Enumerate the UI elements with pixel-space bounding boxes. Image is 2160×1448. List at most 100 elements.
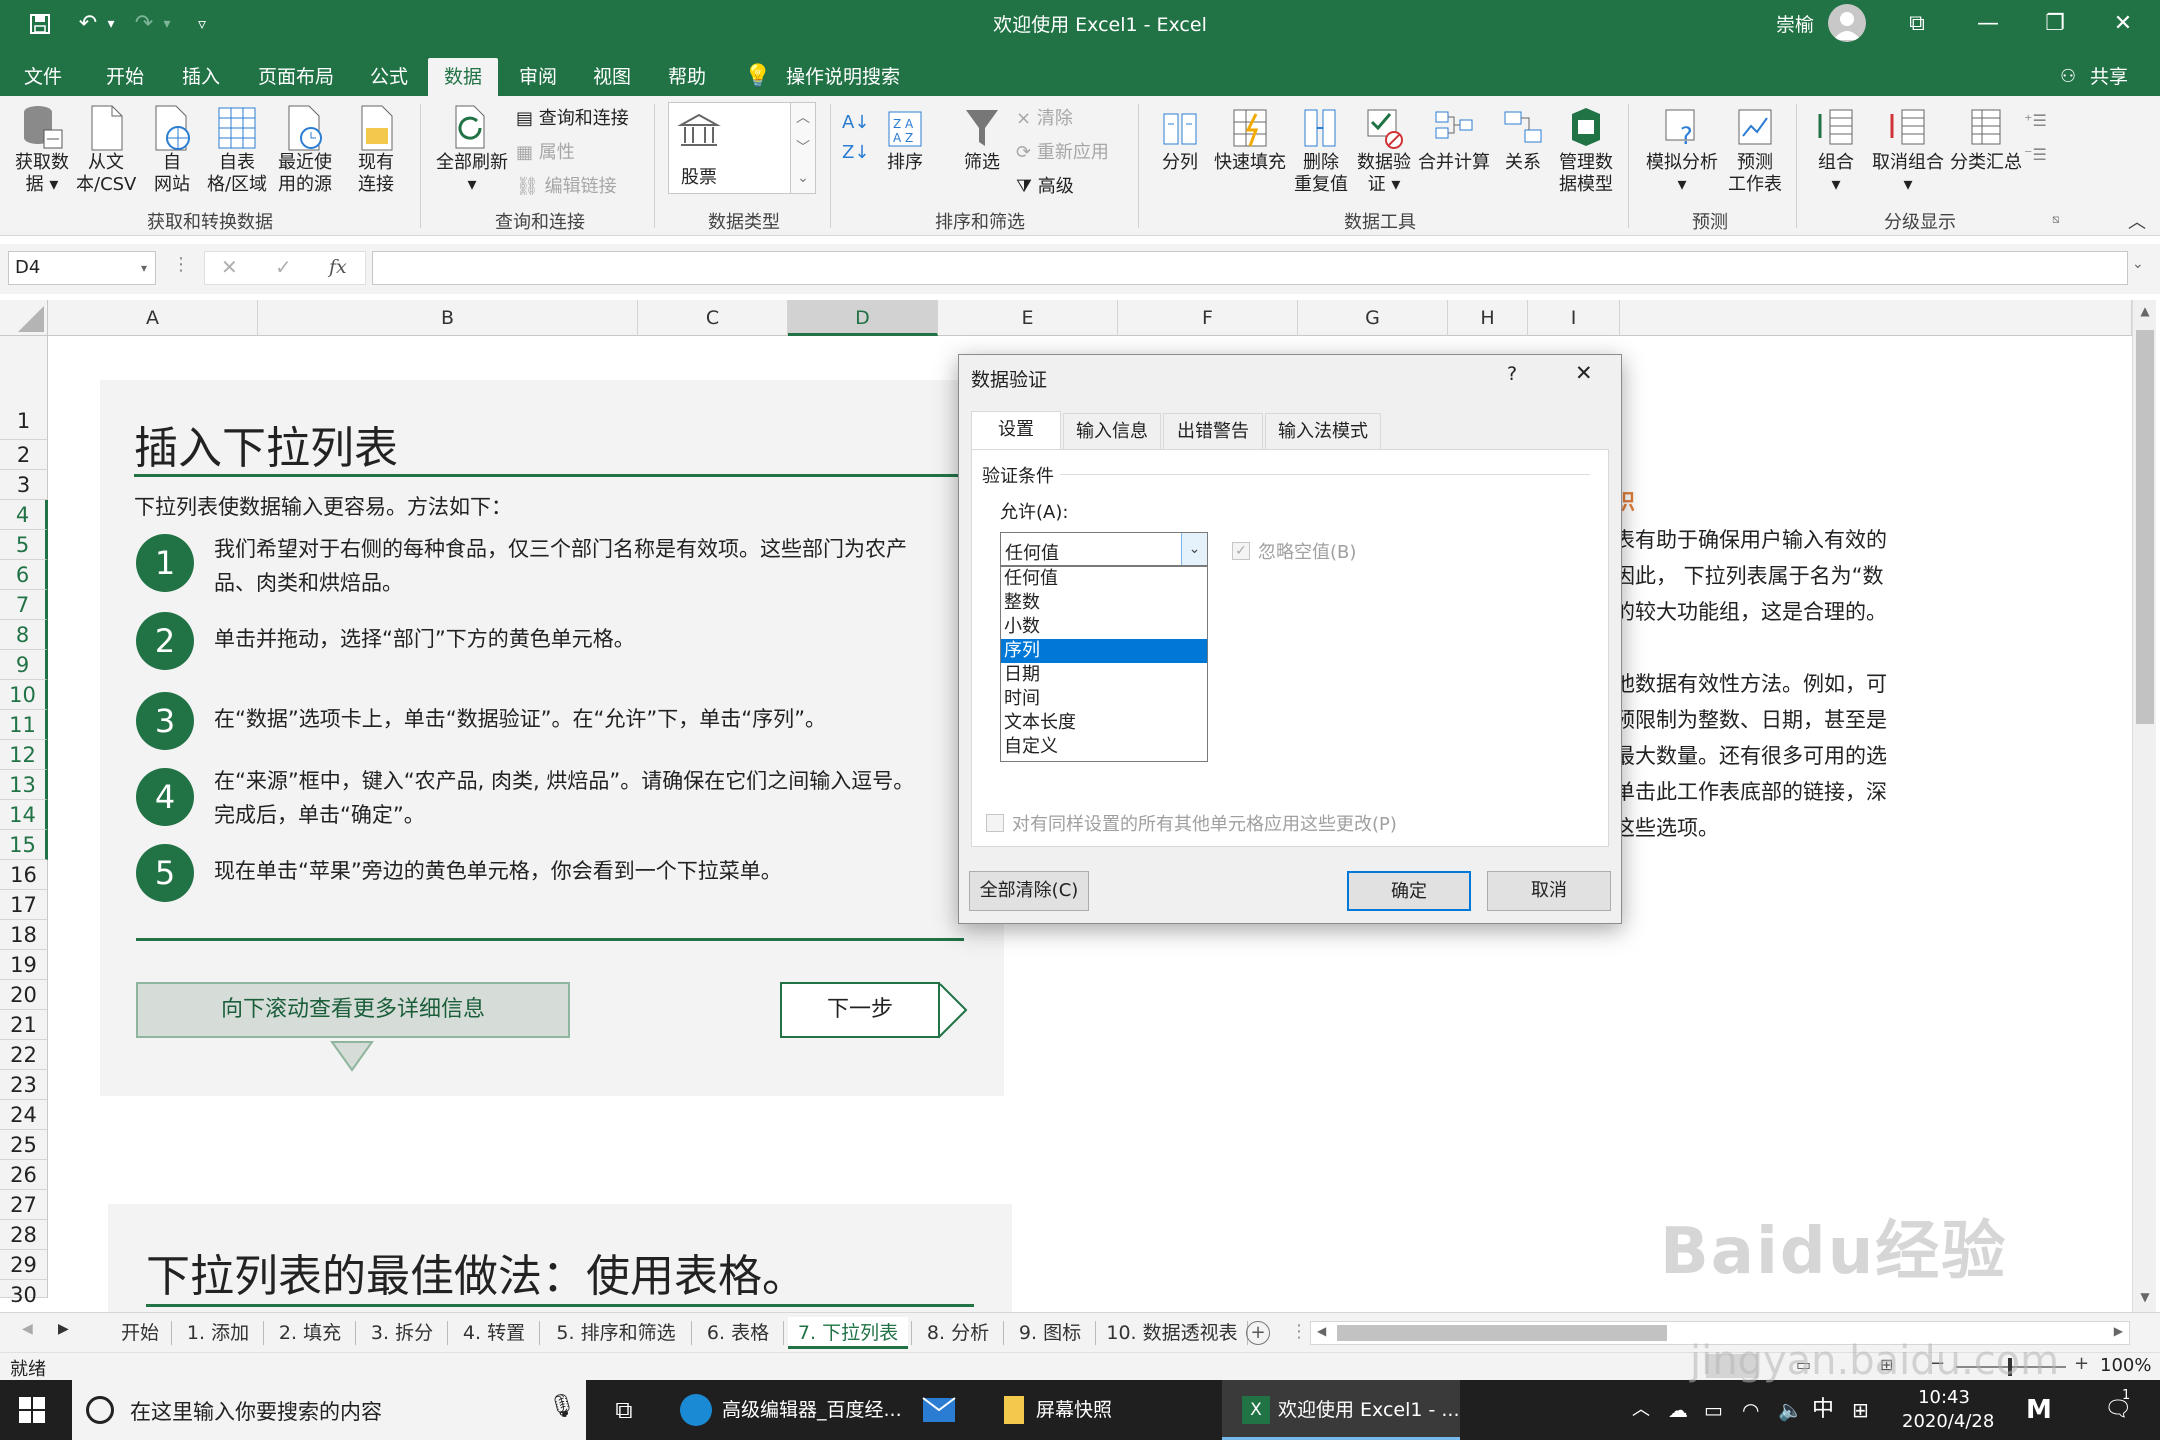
queries-connections-button[interactable]: ▤ 查询和连接: [516, 104, 629, 130]
sort-button[interactable]: Z AA Z 排序: [880, 104, 930, 174]
option-custom[interactable]: 自定义: [1001, 735, 1207, 759]
row-header[interactable]: 16: [0, 860, 48, 890]
share-button[interactable]: 共享: [2090, 58, 2140, 96]
windows-start-icon[interactable]: [18, 1380, 58, 1440]
row-header[interactable]: 4: [0, 500, 48, 530]
option-text-length[interactable]: 文本长度: [1001, 711, 1207, 735]
forecast-sheet-button[interactable]: 预测 工作表: [1722, 104, 1788, 196]
taskbar-app-snapshot[interactable]: 屏幕快照: [990, 1380, 1210, 1440]
filter-button[interactable]: 筛选: [954, 104, 1010, 174]
existing-connections-button[interactable]: 现有 连接: [346, 104, 406, 196]
onedrive-icon[interactable]: ☁: [1668, 1380, 1688, 1440]
flash-fill-button[interactable]: 快速填充: [1210, 104, 1290, 174]
volume-icon[interactable]: 🔈: [1778, 1380, 1803, 1440]
microphone-icon[interactable]: 🎙: [548, 1394, 576, 1419]
what-if-analysis-button[interactable]: ? 模拟分析 ▾: [1640, 104, 1724, 196]
advanced-filter-button[interactable]: ⧩ 高级: [1016, 172, 1074, 198]
battery-icon[interactable]: ▭: [1704, 1380, 1723, 1440]
next-step-button[interactable]: 下一步: [780, 982, 940, 1038]
row-header[interactable]: 13: [0, 770, 48, 800]
from-web-button[interactable]: 自 网站: [142, 104, 202, 196]
ribbon-display-icon[interactable]: ⧉: [1884, 0, 1950, 49]
sheet-tab[interactable]: 1. 添加: [176, 1317, 260, 1349]
sheet-tab[interactable]: 9. 图标: [1008, 1317, 1092, 1349]
row-header[interactable]: 3: [0, 470, 48, 500]
refresh-all-button[interactable]: 全部刷新 ▾: [432, 104, 512, 196]
vertical-scrollbar[interactable]: ▲ ▼: [2132, 300, 2156, 1312]
row-header[interactable]: 25: [0, 1130, 48, 1160]
cancel-entry-icon[interactable]: ✕: [221, 255, 238, 279]
row-header[interactable]: 21: [0, 1010, 48, 1040]
datatype-gallery-scroll[interactable]: ︿ ﹀ ⌄: [790, 102, 816, 194]
row-header[interactable]: 27: [0, 1190, 48, 1220]
row-header[interactable]: 24: [0, 1100, 48, 1130]
action-center-icon[interactable]: 🗨: [2098, 1380, 2138, 1440]
tab-formulas[interactable]: 公式: [370, 58, 414, 96]
data-validation-button[interactable]: 数据验 证 ▾: [1352, 104, 1416, 196]
column-header[interactable]: F: [1118, 300, 1298, 336]
formula-input[interactable]: [372, 251, 2128, 285]
row-header[interactable]: 10: [0, 680, 48, 710]
row-header[interactable]: 7: [0, 590, 48, 620]
get-data-button[interactable]: 获取数 据 ▾: [12, 104, 72, 196]
stock-datatype-button[interactable]: 股票: [668, 102, 792, 194]
lightbulb-icon[interactable]: 💡: [744, 58, 774, 96]
photo-app-icon[interactable]: M: [2026, 1380, 2052, 1440]
horizontal-scroll-thumb[interactable]: [1337, 1325, 1667, 1341]
sheet-tab[interactable]: 10. 数据透视表 ...: [1100, 1317, 1244, 1376]
mail-icon[interactable]: [922, 1380, 962, 1440]
share-icon[interactable]: ⚇: [2060, 58, 2086, 96]
row-header[interactable]: 29: [0, 1250, 48, 1280]
help-button[interactable]: ?: [1507, 363, 1517, 385]
tab-page-layout[interactable]: 页面布局: [258, 58, 348, 96]
column-header[interactable]: A: [48, 300, 258, 336]
vertical-scroll-thumb[interactable]: [2136, 330, 2154, 724]
sheet-tab[interactable]: 开始: [112, 1317, 168, 1349]
minimize-icon[interactable]: —: [1955, 0, 2021, 49]
select-all-corner[interactable]: [0, 300, 48, 336]
row-header[interactable]: 15: [0, 830, 48, 860]
remove-duplicates-button[interactable]: 删除 重复值: [1290, 104, 1352, 196]
name-box-dropdown-icon[interactable]: ▾: [141, 252, 147, 284]
row-header[interactable]: 19: [0, 950, 48, 980]
scroll-left-icon[interactable]: ◀: [1317, 1324, 1326, 1338]
row-header[interactable]: 2: [0, 440, 48, 470]
manage-data-model-button[interactable]: 管理数 据模型: [1552, 104, 1620, 196]
chevron-down-icon[interactable]: ⌄: [1181, 533, 1207, 565]
column-header[interactable]: E: [938, 300, 1118, 336]
scroll-right-icon[interactable]: ▶: [2114, 1324, 2123, 1338]
tab-file[interactable]: 文件: [24, 58, 68, 96]
save-icon[interactable]: [22, 8, 58, 40]
sheet-tab[interactable]: 5. 排序和筛选: [544, 1317, 688, 1349]
column-header[interactable]: B: [258, 300, 638, 336]
row-header[interactable]: 17: [0, 890, 48, 920]
option-whole-number[interactable]: 整数: [1001, 591, 1207, 615]
sheet-tab[interactable]: 3. 拆分: [360, 1317, 444, 1349]
taskbar-app-excel[interactable]: X 欢迎使用 Excel1 - ...: [1222, 1380, 1460, 1440]
row-header[interactable]: 26: [0, 1160, 48, 1190]
sheet-tab[interactable]: 7. 下拉列表: [788, 1317, 908, 1349]
row-header[interactable]: 28: [0, 1220, 48, 1250]
tab-ime-mode[interactable]: 输入法模式: [1265, 413, 1381, 449]
tabs-splitter-icon[interactable]: ⋮: [1290, 1321, 1308, 1342]
tab-data[interactable]: 数据: [428, 58, 498, 96]
zoom-level[interactable]: 100%: [2100, 1355, 2151, 1376]
cancel-button[interactable]: 取消: [1487, 871, 1611, 911]
zoom-in-icon[interactable]: +: [2074, 1353, 2089, 1374]
tab-review[interactable]: 审阅: [519, 58, 563, 96]
option-any[interactable]: 任何值: [1001, 567, 1207, 591]
column-header[interactable]: C: [638, 300, 788, 336]
ignore-blank-checkbox[interactable]: ✓: [1232, 542, 1250, 560]
task-view-icon[interactable]: ⧉: [604, 1380, 644, 1440]
sheet-tab[interactable]: 6. 表格: [696, 1317, 780, 1349]
row-header[interactable]: 12: [0, 740, 48, 770]
enter-check-icon[interactable]: ✓: [275, 255, 292, 279]
from-text-csv-button[interactable]: 从文 本/CSV: [76, 104, 136, 196]
sheet-tab[interactable]: 8. 分析: [916, 1317, 1000, 1349]
clear-all-button[interactable]: 全部清除(C): [969, 871, 1089, 911]
clear-filter-button[interactable]: ⨯ 清除: [1016, 104, 1073, 130]
row-header[interactable]: 18: [0, 920, 48, 950]
reapply-button[interactable]: ⟳ 重新应用: [1016, 138, 1109, 164]
allow-select[interactable]: 任何值 ⌄: [1000, 532, 1208, 566]
close-icon[interactable]: ✕: [2090, 0, 2156, 49]
